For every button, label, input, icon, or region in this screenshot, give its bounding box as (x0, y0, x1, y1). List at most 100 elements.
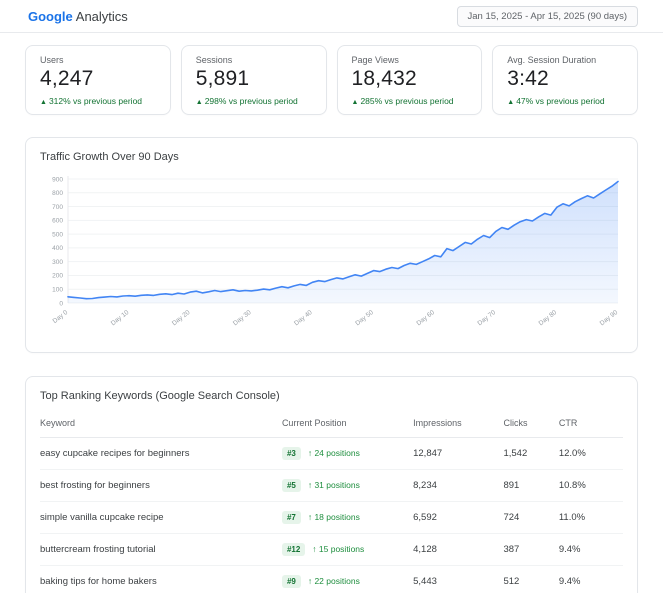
keywords-table: Keyword Current Position Impressions Cli… (40, 410, 623, 593)
stat-change-text: 312% vs previous period (48, 96, 143, 106)
stat-change: ▲ 298% vs previous period (196, 96, 312, 106)
position-badge: #12 (281, 543, 306, 556)
col-header-position: Current Position (281, 410, 414, 438)
position-change: ↑ 15 positions (312, 544, 365, 554)
table-row: simple vanilla cupcake recipe #7 ↑ 18 pos… (40, 501, 623, 534)
svg-text:0: 0 (59, 300, 63, 307)
svg-text:600: 600 (52, 218, 63, 225)
position-cell: #9 ↑ 22 positions (281, 565, 414, 593)
chart-title: Traffic Growth Over 90 Days (40, 151, 179, 163)
up-triangle-icon: ▲ (507, 99, 515, 106)
svg-text:Day 20: Day 20 (171, 309, 192, 327)
traffic-chart-panel: Traffic Growth Over 90 Days 0 100 200 300 40… (25, 137, 638, 353)
position-cell: #3 ↑ 24 positions (281, 437, 414, 470)
date-range-button[interactable]: Jan 15, 2025 - Apr 15, 2025 (90 days) (456, 5, 638, 27)
svg-text:Day 30: Day 30 (232, 309, 253, 327)
svg-text:800: 800 (52, 190, 63, 197)
stat-change-text: 285% vs previous period (360, 96, 454, 106)
stat-card-page-views: Page Views 18,432 ▲ 285% vs previous peri… (336, 45, 483, 115)
impressions-cell: 4,128 (413, 533, 504, 566)
stat-card-users: Users 4,247 ▲ 312% vs previous period (25, 45, 171, 115)
traffic-growth-chart: 0 100 200 300 400 500 600 700 800 900 Day 0 Day 10 D… (52, 176, 620, 327)
position-badge: #7 (281, 511, 301, 524)
keyword-cell: best frosting for beginners (40, 469, 282, 502)
position-badge: #5 (281, 479, 301, 492)
keyword-cell: simple vanilla cupcake recipe (40, 501, 282, 534)
ctr-cell: 12.0% (558, 437, 623, 470)
stat-value: 3:42 (507, 67, 549, 90)
clicks-cell: 1,542 (503, 437, 559, 470)
ctr-cell: 9.4% (558, 533, 623, 566)
table-row: easy cupcake recipes for beginners #3 ↑ 2… (40, 437, 623, 470)
stat-change: ▲ 47% vs previous period (507, 96, 623, 106)
analytics-dashboard: Google Analytics Jan 15, 2025 - Apr 15, 2… (0, 0, 663, 593)
svg-text:Day 80: Day 80 (538, 309, 559, 327)
svg-text:Day 90: Day 90 (599, 309, 620, 327)
clicks-cell: 387 (503, 533, 559, 566)
brand-analytics: Analytics (75, 8, 128, 24)
col-header-ctr: CTR (558, 410, 623, 438)
svg-text:400: 400 (52, 245, 63, 252)
stat-card-sessions: Sessions 5,891 ▲ 298% vs previous period (180, 45, 327, 115)
position-change: ↑ 22 positions (307, 576, 360, 586)
table-row: baking tips for home bakers #9 ↑ 22 posit… (40, 565, 623, 593)
stat-label: Users (40, 55, 64, 65)
position-badge: #3 (281, 447, 301, 460)
stat-cards-row: Users 4,247 ▲ 312% vs previous period Ses… (25, 45, 638, 115)
keyword-cell: easy cupcake recipes for beginners (40, 437, 282, 470)
col-header-impressions: Impressions (413, 410, 504, 438)
col-header-clicks: Clicks (503, 410, 559, 438)
position-change: ↑ 18 positions (307, 512, 360, 522)
impressions-cell: 8,234 (413, 469, 504, 502)
up-triangle-icon: ▲ (351, 99, 359, 106)
stat-label: Avg. Session Duration (507, 55, 597, 65)
svg-text:100: 100 (52, 287, 63, 294)
position-cell: #7 ↑ 18 positions (281, 501, 414, 534)
stat-value: 4,247 (40, 67, 94, 90)
svg-text:300: 300 (52, 259, 63, 266)
position-badge: #9 (281, 575, 301, 588)
impressions-cell: 6,592 (413, 501, 504, 534)
up-triangle-icon: ▲ (40, 99, 47, 106)
brand-google: Google (28, 8, 73, 24)
impressions-cell: 5,443 (413, 565, 504, 593)
stat-change: ▲ 312% vs previous period (40, 96, 156, 106)
impressions-cell: 12,847 (413, 437, 504, 470)
col-header-keyword: Keyword (40, 410, 282, 438)
ctr-cell: 9.4% (558, 565, 623, 593)
position-change: ↑ 24 positions (307, 448, 360, 458)
svg-text:Day 70: Day 70 (476, 309, 497, 327)
svg-text:Day 10: Day 10 (110, 309, 131, 327)
up-triangle-icon: ▲ (195, 99, 203, 106)
svg-text:Day 0: Day 0 (52, 309, 70, 325)
svg-text:500: 500 (52, 231, 63, 238)
position-cell: #12 ↑ 15 positions (281, 533, 414, 566)
svg-text:Day 50: Day 50 (354, 309, 375, 327)
stat-change-text: 47% vs previous period (516, 96, 605, 106)
clicks-cell: 724 (503, 501, 559, 534)
stat-label: Sessions (195, 55, 233, 65)
svg-text:700: 700 (52, 204, 63, 211)
position-change: ↑ 31 positions (307, 480, 360, 490)
stat-change-text: 298% vs previous period (204, 96, 298, 106)
keywords-panel: Top Ranking Keywords (Google Search Cons… (25, 376, 638, 593)
position-cell: #5 ↑ 31 positions (281, 469, 414, 502)
header: Google Analytics Jan 15, 2025 - Apr 15, 2… (0, 0, 663, 33)
clicks-cell: 512 (503, 565, 559, 593)
stat-card-session-duration: Avg. Session Duration 3:42 ▲ 47% vs previ… (492, 45, 638, 115)
table-row: buttercream frosting tutorial #12 ↑ 15 po… (40, 533, 623, 566)
brand-logo: Google Analytics (28, 9, 128, 24)
stat-label: Page Views (351, 55, 399, 65)
svg-text:Day 40: Day 40 (293, 309, 314, 327)
svg-text:Day 60: Day 60 (415, 309, 436, 327)
ctr-cell: 10.8% (558, 469, 623, 502)
keywords-table-title: Top Ranking Keywords (Google Search Cons… (40, 390, 280, 402)
ctr-cell: 11.0% (558, 501, 623, 534)
keyword-cell: baking tips for home bakers (40, 565, 282, 593)
table-header-row: Keyword Current Position Impressions Cli… (40, 410, 623, 438)
stat-value: 5,891 (195, 67, 250, 90)
table-row: best frosting for beginners #5 ↑ 31 posit… (40, 469, 623, 502)
svg-text:200: 200 (52, 273, 63, 280)
stat-value: 18,432 (351, 67, 417, 90)
stat-change: ▲ 285% vs previous period (352, 96, 468, 106)
